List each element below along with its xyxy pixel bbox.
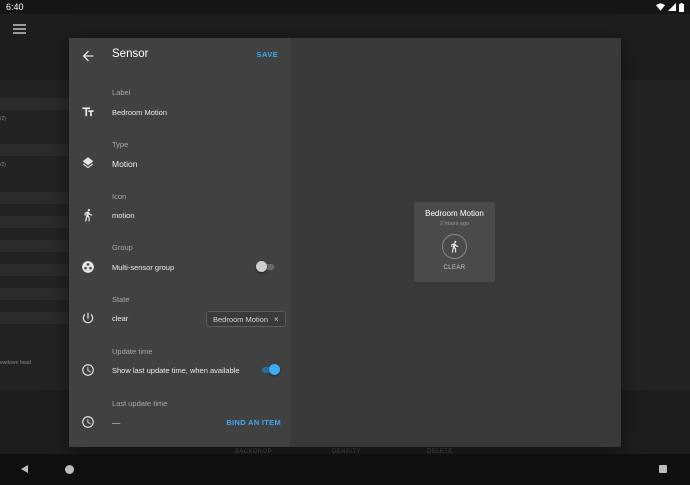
background-row-text: /2) [0, 162, 6, 168]
walking-person-icon [84, 208, 93, 222]
state-value[interactable]: clear [112, 314, 128, 323]
background-row [0, 264, 69, 276]
icon-field-label: Icon [112, 192, 127, 201]
menu-icon [13, 24, 26, 34]
card-state: CLEAR [443, 265, 466, 271]
background-row-text: /2) [0, 116, 6, 122]
signal-icon [668, 3, 676, 11]
dialog-header: Sensor SAVE [69, 38, 290, 74]
label-field-label: Label [112, 88, 131, 97]
sensor-card[interactable]: Bedroom Motion 2 hours ago CLEAR [414, 202, 495, 282]
bind-an-item-button[interactable]: BIND AN ITEM [226, 418, 281, 427]
type-field-label: Type [112, 140, 129, 149]
background-row [0, 240, 69, 252]
status-time: 6:40 [6, 2, 24, 12]
state-field-label: State [112, 295, 130, 304]
toggle-thumb [269, 364, 280, 375]
clock-icon [82, 364, 94, 376]
icon-input[interactable]: motion [112, 211, 135, 220]
chip-close-icon[interactable]: × [274, 315, 279, 324]
navigation-bar [0, 454, 690, 485]
nav-back-icon[interactable] [21, 465, 28, 473]
background-row [0, 288, 69, 300]
sensor-dialog: Sensor SAVE Label Bedroom Motion Type Mo… [69, 38, 621, 447]
save-button[interactable]: SAVE [257, 50, 278, 59]
nav-recents-icon[interactable] [659, 465, 667, 473]
back-arrow-icon[interactable] [80, 48, 96, 64]
preview-panel: Bedroom Motion 2 hours ago CLEAR [290, 38, 621, 447]
wifi-icon [656, 3, 665, 11]
background-row [0, 192, 69, 204]
card-subtitle: 2 hours ago [439, 221, 470, 227]
card-title: Bedroom Motion [425, 209, 484, 218]
battery-icon [679, 2, 684, 12]
layers-icon [82, 157, 94, 169]
group-toggle[interactable] [256, 261, 276, 273]
editor-panel: Sensor SAVE Label Bedroom Motion Type Mo… [69, 38, 290, 447]
group-icon [82, 261, 94, 273]
power-icon [82, 312, 94, 324]
update-time-toggle[interactable] [260, 364, 280, 376]
toggle-thumb [256, 261, 267, 272]
clock-icon [82, 416, 94, 428]
last-update-time-value: –– [112, 418, 121, 427]
update-time-label: Show last update time, when available [112, 366, 240, 375]
nav-home-icon[interactable] [65, 465, 74, 474]
group-label: Multi-sensor group [112, 263, 175, 272]
state-item-chip[interactable]: Bedroom Motion × [206, 311, 286, 327]
background-row [0, 312, 69, 324]
update-time-field-label: Update time [112, 347, 153, 356]
walking-person-icon [451, 240, 459, 253]
background-row-text: ewdown head [0, 360, 31, 366]
status-bar: 6:40 [0, 0, 690, 14]
chip-label: Bedroom Motion [213, 314, 269, 324]
dialog-title: Sensor [112, 48, 149, 60]
text-format-icon [82, 107, 94, 117]
last-update-time-field-label: Last update time [112, 399, 168, 408]
background-row [0, 98, 69, 110]
background-row [0, 144, 69, 156]
card-icon-circle [442, 234, 467, 259]
type-select[interactable]: Motion [112, 159, 138, 169]
status-icons [656, 2, 684, 12]
group-field-label: Group [112, 243, 133, 252]
label-input[interactable]: Bedroom Motion [112, 108, 167, 117]
background-row [0, 216, 69, 228]
